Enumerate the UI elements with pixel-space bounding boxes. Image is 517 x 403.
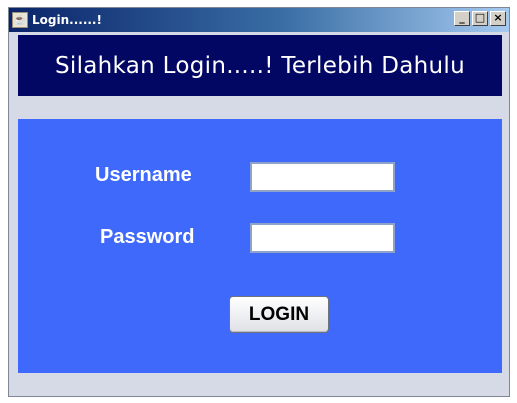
login-panel: Username Password LOGIN: [18, 119, 502, 373]
window-controls: _ □ ×: [454, 11, 506, 26]
username-input[interactable]: [250, 162, 395, 192]
close-icon[interactable]: ×: [490, 11, 506, 26]
password-input[interactable]: [250, 223, 395, 253]
maximize-icon[interactable]: □: [472, 11, 488, 26]
title-bar[interactable]: ☕ Login......! _ □ ×: [9, 8, 509, 32]
header-text: Silahkan Login.....! Terlebih Dahulu: [55, 52, 465, 79]
window-title: Login......!: [32, 13, 102, 27]
password-label: Password: [100, 226, 195, 248]
minimize-icon[interactable]: _: [454, 11, 470, 26]
java-cup-icon: ☕: [12, 12, 28, 28]
login-window: ☕ Login......! _ □ × Silahkan Login.....…: [8, 7, 510, 397]
header-banner: Silahkan Login.....! Terlebih Dahulu: [18, 35, 502, 96]
login-button[interactable]: LOGIN: [229, 296, 329, 333]
username-label: Username: [95, 164, 192, 186]
